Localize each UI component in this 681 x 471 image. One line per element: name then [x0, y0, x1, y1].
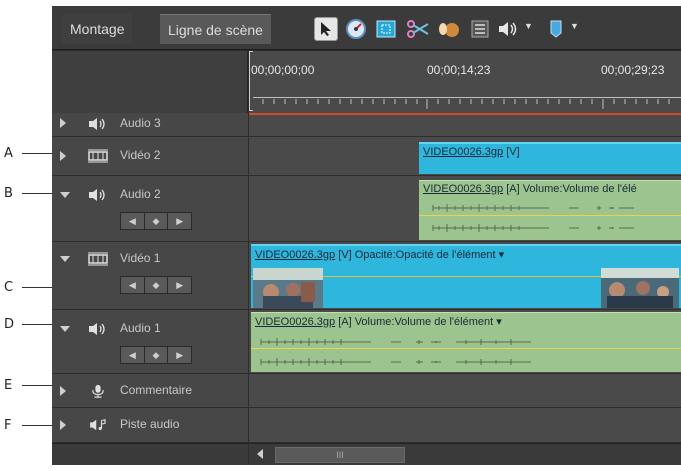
time-ruler[interactable]: 00;00;00;00 00;00;14;23 00;00;29;23 [249, 51, 681, 113]
track-commentaire[interactable] [249, 374, 681, 408]
add-keyframe-button[interactable]: ◆ [144, 277, 169, 293]
track-video-1[interactable]: VIDEO0026.3gp [V] Opacité:Opacité de l'é… [249, 242, 681, 310]
video-thumbnail-end [601, 268, 679, 308]
track-name-audio-3: Audio 3 [120, 116, 161, 130]
track-header-commentaire[interactable]: Commentaire [52, 374, 248, 408]
keyframe-navigator: ◀ ◆ ▶ [120, 276, 192, 294]
clip-audio1[interactable]: VIDEO0026.3gp [A] Volume:Volume de l'élé… [251, 312, 681, 372]
add-keyframe-button[interactable]: ◆ [144, 213, 169, 229]
collapse-arrow-icon[interactable] [60, 326, 70, 332]
track-header-video-2[interactable]: Vidéo 2 [52, 137, 248, 176]
clip-audio2-label: VIDEO0026.3gp [A] Volume:Volume de l'élé [423, 183, 637, 195]
track-video-2[interactable]: VIDEO0026.3gp [V] [249, 137, 681, 176]
marker-dropdown-arrow[interactable]: ▼ [570, 21, 579, 31]
track-name-piste-audio: Piste audio [120, 417, 180, 431]
track-name-video-1: Vidéo 1 [120, 251, 161, 265]
track-piste-audio[interactable] [249, 408, 681, 443]
volume-dropdown-arrow[interactable]: ▼ [524, 21, 533, 31]
waveform [260, 338, 531, 346]
volume-line[interactable] [251, 348, 681, 349]
clip-video2[interactable]: VIDEO0026.3gp [V] [419, 142, 681, 174]
track-header-audio-1[interactable]: Audio 1 ◀ ◆ ▶ [52, 310, 248, 374]
list-icon[interactable] [468, 17, 492, 41]
music-speaker-icon [90, 419, 106, 431]
keyframe-navigator: ◀ ◆ ▶ [120, 346, 192, 364]
scroll-left-arrow-icon[interactable] [257, 449, 263, 459]
timeline-panel: Montage Ligne de scène ▼ ▼ 00;00;00;00 0… [52, 6, 681, 465]
track-name-commentaire: Commentaire [120, 383, 193, 397]
track-name-video-2: Vidéo 2 [120, 148, 161, 162]
film-icon [88, 149, 108, 163]
track-header-piste-audio[interactable]: Piste audio [52, 408, 248, 443]
scissors-icon[interactable] [406, 17, 430, 41]
expand-arrow-icon[interactable] [60, 151, 66, 161]
prev-keyframe-button[interactable]: ◀ [121, 277, 145, 293]
time-stretch-icon[interactable] [344, 17, 368, 41]
horizontal-scrollbar[interactable]: III [249, 443, 681, 465]
prev-keyframe-button[interactable]: ◀ [121, 213, 145, 229]
tab-ligne-de-scene[interactable]: Ligne de scène [160, 14, 271, 44]
collapse-arrow-icon[interactable] [60, 256, 70, 262]
track-audio-3[interactable] [249, 115, 681, 137]
timecode-2: 00;00;29;23 [601, 63, 665, 77]
clip-audio1-label: VIDEO0026.3gp [A] Volume:Volume de l'élé… [255, 316, 502, 328]
film-icon [88, 252, 108, 266]
waveform [432, 204, 634, 212]
video-thumbnail-start [253, 268, 323, 308]
expand-arrow-icon[interactable] [60, 386, 66, 396]
waveform [260, 358, 531, 366]
speaker-icon [89, 189, 105, 201]
tab-bar: Montage Ligne de scène ▼ ▼ [52, 6, 681, 50]
next-keyframe-button[interactable]: ▶ [168, 347, 192, 363]
timecode-0: 00;00;00;00 [251, 63, 315, 77]
track-name-audio-1: Audio 1 [120, 321, 161, 335]
microphone-icon [92, 384, 104, 398]
ruler-ticks [253, 97, 681, 111]
collapse-arrow-icon[interactable] [60, 192, 70, 198]
track-audio-2[interactable]: VIDEO0026.3gp [A] Volume:Volume de l'élé [249, 176, 681, 242]
next-keyframe-button[interactable]: ▶ [168, 277, 192, 293]
ruler-left-blank [52, 51, 248, 113]
selection-tool-icon[interactable] [314, 17, 338, 41]
track-name-audio-2: Audio 2 [120, 187, 161, 201]
timecode-1: 00;00;14;23 [427, 63, 491, 77]
crop-tool-icon[interactable] [374, 17, 398, 41]
clip-video1-label: VIDEO0026.3gp [V] Opacité:Opacité de l'é… [255, 249, 505, 261]
clip-video2-label: VIDEO0026.3gp [V] [423, 146, 520, 158]
track-header-video-1[interactable]: Vidéo 1 ◀ ◆ ▶ [52, 242, 248, 310]
track-header-audio-2[interactable]: Audio 2 ◀ ◆ ▶ [52, 176, 248, 242]
add-keyframe-button[interactable]: ◆ [144, 347, 169, 363]
keyframe-navigator: ◀ ◆ ▶ [120, 212, 192, 230]
waveform [432, 224, 634, 232]
speaker-icon [89, 323, 105, 335]
next-keyframe-button[interactable]: ▶ [168, 213, 192, 229]
marker-icon[interactable] [544, 17, 568, 41]
track-header-audio-3[interactable]: Audio 3 [52, 113, 248, 137]
track-audio-1[interactable]: VIDEO0026.3gp [A] Volume:Volume de l'élé… [249, 310, 681, 374]
volume-icon[interactable] [496, 17, 520, 41]
clip-video1[interactable]: VIDEO0026.3gp [V] Opacité:Opacité de l'é… [251, 244, 681, 308]
clip-audio2[interactable]: VIDEO0026.3gp [A] Volume:Volume de l'élé [419, 180, 681, 240]
expand-arrow-icon[interactable] [60, 420, 66, 430]
prev-keyframe-button[interactable]: ◀ [121, 347, 145, 363]
bottom-left-blank [52, 443, 248, 465]
expand-arrow-icon[interactable] [60, 118, 66, 128]
scroll-thumb[interactable]: III [275, 447, 405, 463]
volume-line[interactable] [419, 215, 681, 216]
tab-montage[interactable]: Montage [62, 14, 133, 44]
audio-mix-icon[interactable] [436, 17, 460, 41]
speaker-icon [89, 118, 105, 130]
